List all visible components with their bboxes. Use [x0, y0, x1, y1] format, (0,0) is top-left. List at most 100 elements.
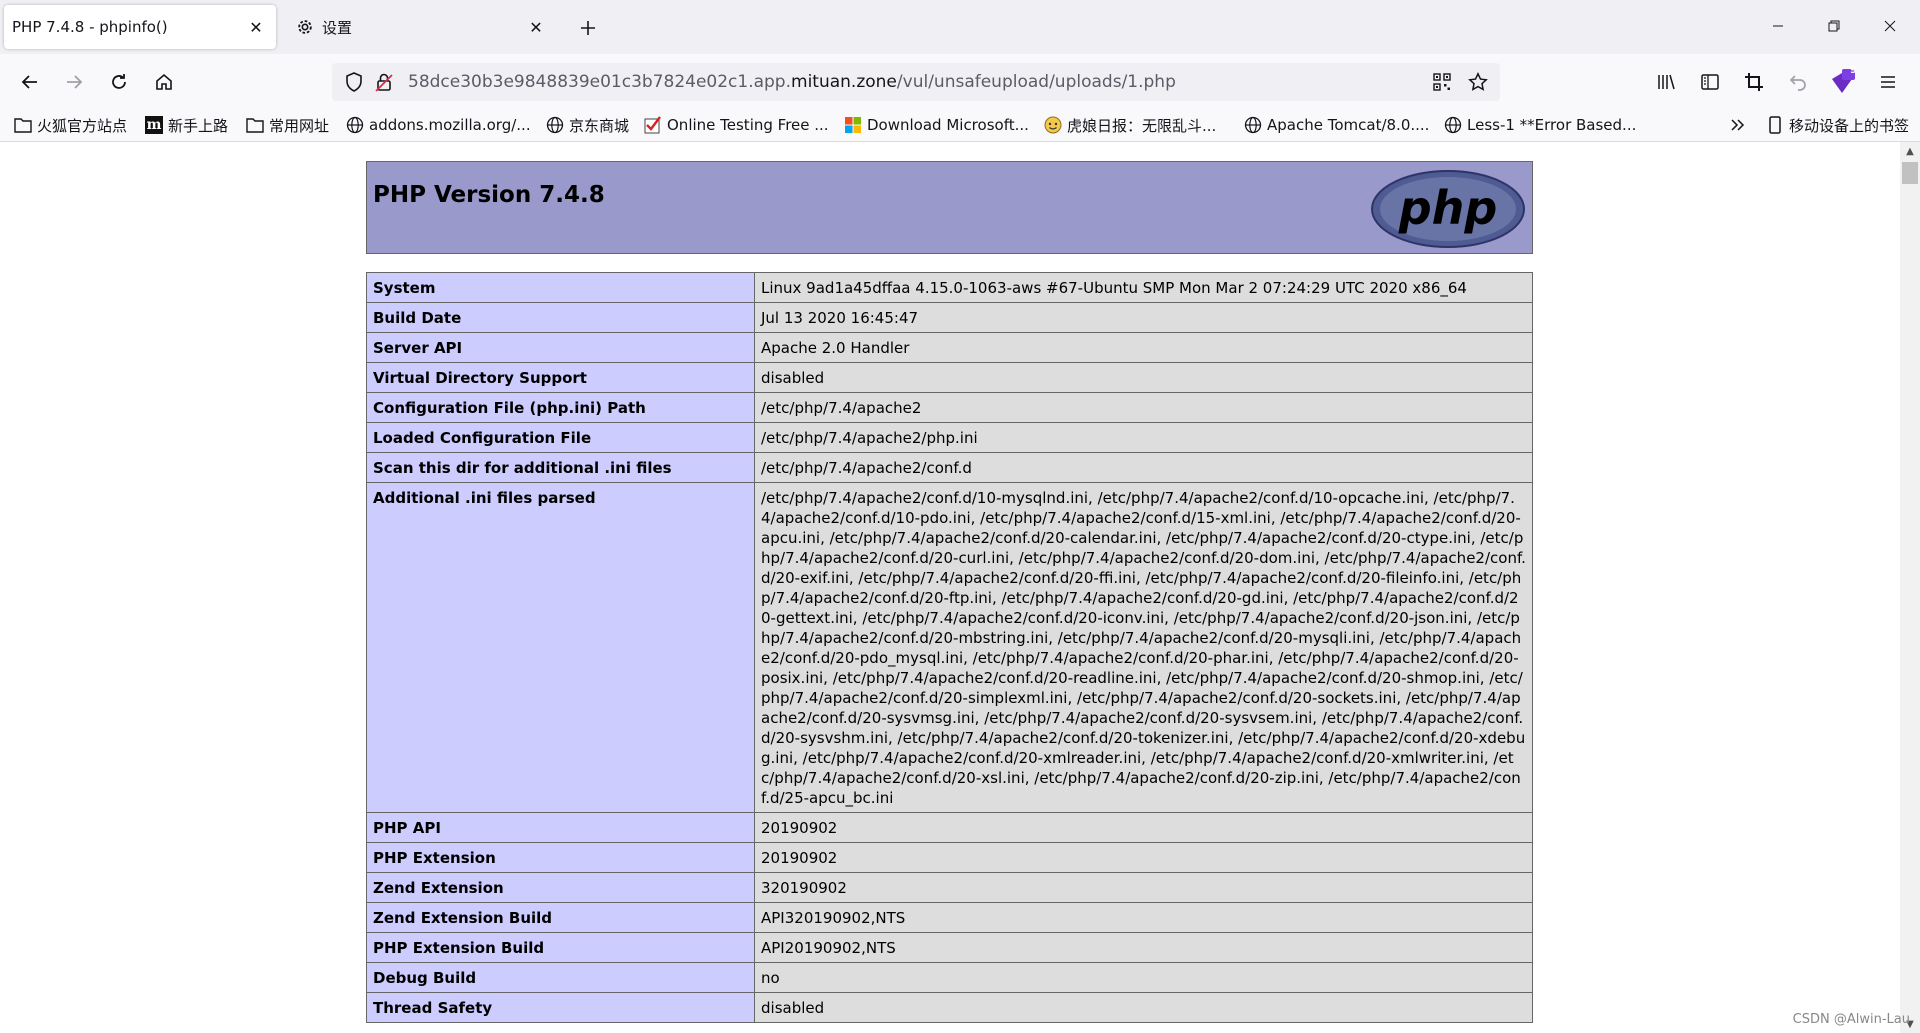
scroll-up-icon[interactable]: ▲	[1900, 142, 1920, 160]
row-value: disabled	[754, 992, 1533, 1023]
minimize-button[interactable]	[1756, 8, 1800, 44]
url-text[interactable]: 58dce30b3e9848839e01c3b7824e02c1.app.mit…	[408, 72, 1176, 92]
table-row: Thread Safety disabled	[366, 992, 1533, 1023]
scrollbar-thumb[interactable]	[1902, 162, 1918, 184]
arrow-right-icon	[67, 75, 83, 89]
back-button[interactable]	[14, 66, 46, 98]
php-logo[interactable]: php	[1370, 169, 1526, 253]
crop-icon	[1745, 73, 1763, 91]
close-window-button[interactable]	[1868, 8, 1912, 44]
table-row: PHP API 20190902	[366, 812, 1533, 843]
row-value: /etc/php/7.4/apache2	[754, 392, 1533, 423]
close-icon	[1884, 20, 1896, 32]
bookmark-label: 常用网址	[269, 116, 330, 135]
row-value: /etc/php/7.4/apache2/conf.d	[754, 452, 1533, 483]
hamburger-icon	[1881, 76, 1895, 88]
bookmark-label: 移动设备上的书签	[1789, 116, 1910, 135]
vertical-scrollbar[interactable]: ▲ ▼	[1900, 142, 1920, 1033]
face-icon	[1044, 116, 1062, 134]
tab-settings[interactable]: 设置 ✕	[284, 5, 556, 49]
table-row: Debug Build no	[366, 962, 1533, 993]
bookmark-label: Download Microsoft...	[867, 116, 1029, 134]
bookmark-label: 火狐官方站点	[37, 116, 128, 135]
row-key: Thread Safety	[366, 992, 755, 1023]
check-icon	[644, 116, 662, 134]
home-button[interactable]	[148, 66, 180, 98]
m-logo-icon: m	[145, 116, 163, 134]
bookmark-label: 新手上路	[168, 116, 229, 135]
close-tab-icon[interactable]: ✕	[524, 15, 548, 39]
windows-icon	[844, 116, 862, 134]
extension-badge: 9	[1850, 65, 1857, 76]
menu-button[interactable]	[1872, 66, 1904, 98]
bookmark-item[interactable]: m 新手上路	[145, 112, 228, 138]
bookmark-item[interactable]: Download Microsoft...	[844, 112, 1029, 138]
row-value: disabled	[754, 362, 1533, 393]
star-icon[interactable]	[1466, 70, 1490, 94]
sidebar-button[interactable]	[1694, 66, 1726, 98]
bookmark-item[interactable]: addons.mozilla.org/...	[346, 112, 531, 138]
row-key: Additional .ini files parsed	[366, 482, 755, 813]
bookmarks-overflow-button[interactable]	[1728, 112, 1751, 138]
new-tab-button[interactable]	[574, 14, 602, 42]
globe-icon	[1244, 116, 1262, 134]
bookmark-item[interactable]: 京东商城	[546, 112, 629, 138]
bookmark-item[interactable]: Online Testing Free ...	[644, 112, 829, 138]
bookmark-item[interactable]: 常用网址	[246, 112, 329, 138]
minimize-icon	[1773, 25, 1783, 27]
plus-icon	[581, 21, 595, 35]
row-key: Build Date	[366, 302, 755, 333]
row-key: PHP API	[366, 812, 755, 843]
bookmark-item[interactable]: Less-1 **Error Based...	[1444, 112, 1636, 138]
bookmark-label: Online Testing Free ...	[667, 116, 829, 134]
row-key: Scan this dir for additional .ini files	[366, 452, 755, 483]
extension-button[interactable]: 9	[1826, 65, 1858, 98]
table-row: Virtual Directory Support disabled	[366, 362, 1533, 393]
phpinfo-table: System Linux 9ad1a45dffaa 4.15.0-1063-aws…	[366, 272, 1533, 1023]
table-row: System Linux 9ad1a45dffaa 4.15.0-1063-aws…	[366, 272, 1533, 303]
shield-icon[interactable]	[342, 70, 366, 94]
bookmark-label: addons.mozilla.org/...	[369, 116, 531, 134]
row-key: Debug Build	[366, 962, 755, 993]
forward-button[interactable]	[58, 66, 90, 98]
restore-button[interactable]	[1812, 8, 1856, 44]
bookmark-item[interactable]: Apache Tomcat/8.0....	[1244, 112, 1429, 138]
globe-icon	[1444, 116, 1462, 134]
row-value: Apache 2.0 Handler	[754, 332, 1533, 363]
bookmark-item[interactable]: 虎娘日报：无限乱斗...	[1044, 112, 1216, 138]
table-row: Server API Apache 2.0 Handler	[366, 332, 1533, 363]
row-key: Zend Extension Build	[366, 902, 755, 933]
table-row: PHP Extension 20190902	[366, 842, 1533, 873]
bookmark-item[interactable]: 火狐官方站点	[14, 112, 127, 138]
row-key: Configuration File (php.ini) Path	[366, 392, 755, 423]
php-logo-text: php	[1398, 181, 1498, 235]
sidebar-icon	[1701, 74, 1719, 90]
tab-phpinfo[interactable]: PHP 7.4.8 - phpinfo() ✕	[4, 5, 276, 49]
bookmark-label: Less-1 **Error Based...	[1467, 116, 1637, 134]
close-tab-icon[interactable]: ✕	[244, 15, 268, 39]
url-domain: mituan.zone	[791, 72, 897, 92]
reload-button[interactable]	[103, 66, 135, 98]
table-row: Additional .ini files parsed/etc/php/7.4…	[366, 482, 1533, 813]
row-key: Server API	[366, 332, 755, 363]
crop-button[interactable]	[1738, 66, 1770, 98]
url-path: /vul/unsafeupload/uploads/1.php	[896, 72, 1176, 92]
row-key: PHP Extension Build	[366, 932, 755, 963]
insecure-lock-icon[interactable]	[372, 70, 396, 94]
page-title: PHP Version 7.4.8	[373, 182, 605, 208]
qr-code-icon[interactable]	[1430, 70, 1454, 94]
table-row: Zend Extension Build API320190902,NTS	[366, 902, 1533, 933]
watermark: CSDN @Alwin-Lau	[1792, 1012, 1910, 1027]
arrow-left-icon	[21, 75, 37, 89]
bookmark-label: Apache Tomcat/8.0....	[1267, 116, 1430, 134]
restore-icon	[1828, 20, 1840, 32]
tab-title: PHP 7.4.8 - phpinfo()	[12, 18, 168, 36]
undo-button[interactable]	[1782, 66, 1814, 98]
table-row: Zend Extension 320190902	[366, 872, 1533, 903]
undo-icon	[1789, 75, 1806, 91]
url-bar[interactable]: 58dce30b3e9848839e01c3b7824e02c1.app.mit…	[332, 63, 1500, 101]
mobile-bookmarks[interactable]: 移动设备上的书签	[1766, 112, 1909, 138]
bookmark-label: 虎娘日报：无限乱斗...	[1067, 116, 1217, 135]
library-button[interactable]	[1650, 66, 1682, 98]
double-chevron-right-icon	[1728, 116, 1746, 134]
